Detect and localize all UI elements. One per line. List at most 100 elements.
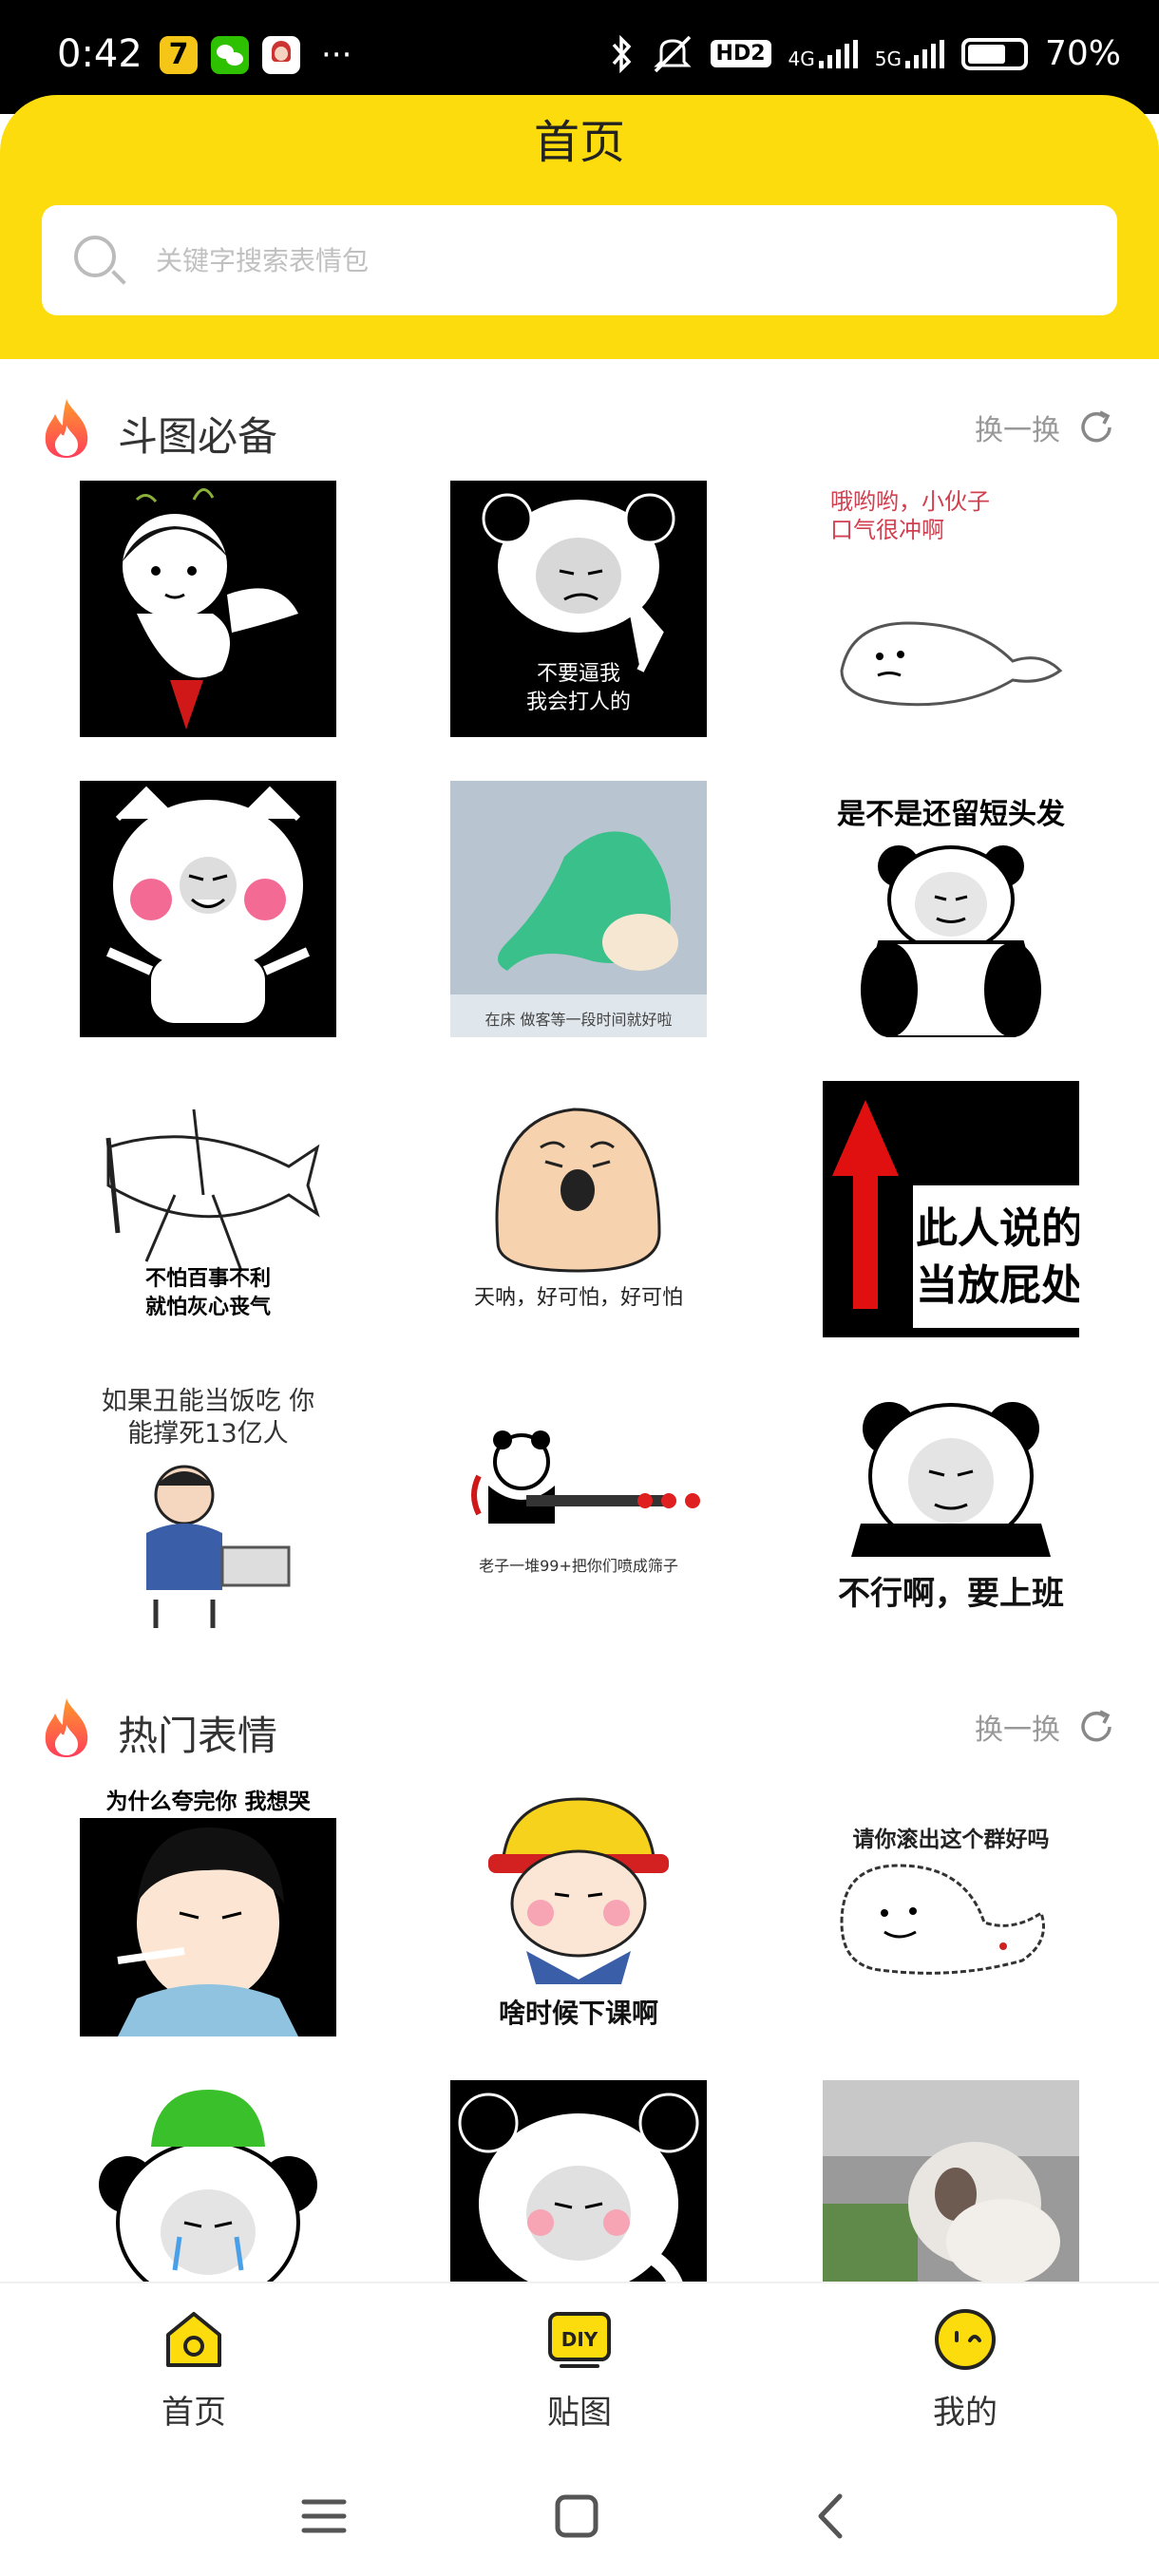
status-app-icons: 7 ··· xyxy=(160,36,352,74)
tab-stickers-label: 贴图 xyxy=(547,2394,612,2432)
meme-item[interactable]: 不要逼我 我会打人的 xyxy=(450,481,707,737)
home-icon xyxy=(166,2312,221,2367)
hd-voice-icon: HD2 xyxy=(710,40,771,67)
wechat-icon xyxy=(211,36,249,74)
meme-item[interactable]: 是不是还留短头发 xyxy=(823,781,1079,1037)
svg-text:在床 做客等一段时间就好啦: 在床 做客等一段时间就好啦 xyxy=(484,1011,672,1029)
system-nav-bar xyxy=(0,2449,1159,2576)
svg-text:就怕灰心丧气: 就怕灰心丧气 xyxy=(145,1295,271,1319)
meme-item[interactable]: 此人说的话 当放屁处理 xyxy=(823,1081,1079,1337)
mute-icon xyxy=(653,35,692,72)
meme-monkey-photo-image xyxy=(823,2080,1079,2282)
svg-text:天呐，好可怕，好可怕: 天呐，好可怕，好可怕 xyxy=(474,1286,683,1310)
svg-text:老子一堆99+把你们喷成筛子: 老子一堆99+把你们喷成筛子 xyxy=(479,1557,678,1575)
meme-item[interactable]: 为什么夸完你 我想哭 xyxy=(80,1780,336,2036)
header: 首页 xyxy=(0,95,1159,359)
meme-fish-sketch-image: 不怕百事不利 就怕灰心丧气 xyxy=(80,1081,336,1337)
home-square-icon[interactable] xyxy=(543,2483,610,2549)
refresh-button[interactable]: 换一换 xyxy=(975,407,1117,448)
signal-5g-icon: 5G xyxy=(874,39,944,70)
meme-panda-thinking-image xyxy=(450,2080,707,2282)
fire-icon xyxy=(45,399,88,458)
meme-item[interactable]: 不行啊，要上班 xyxy=(823,1381,1079,1638)
svg-text:不怕百事不利: 不怕百事不利 xyxy=(145,1266,271,1291)
meme-item[interactable] xyxy=(450,2080,707,2282)
meme-item[interactable]: 啥时候下课啊 xyxy=(450,1780,707,2036)
svg-text:是不是还留短头发: 是不是还留短头发 xyxy=(837,798,1065,831)
meme-man-smoking-image: 为什么夸完你 我想哭 xyxy=(80,1780,336,2036)
search-input[interactable] xyxy=(156,244,1011,276)
meme-item[interactable]: 天呐，好可怕，好可怕 xyxy=(450,1081,707,1337)
more-notifications-icon: ··· xyxy=(321,36,352,74)
tab-home[interactable]: 首页 xyxy=(99,2306,289,2433)
network-4g-label: 4G xyxy=(788,47,815,70)
meme-seal-image: 哦哟哟，小伙子 口气很冲啊 xyxy=(823,481,1079,737)
signal-4g-icon: 4G xyxy=(788,39,858,70)
svg-text:能撑死13亿人: 能撑死13亿人 xyxy=(127,1419,288,1449)
section-header-hot: 热门表情 换一换 xyxy=(0,1693,1159,1769)
network-5g-label: 5G xyxy=(874,47,902,70)
meme-cat-blush-image xyxy=(80,781,336,1037)
meme-red-arrow-image: 此人说的话 当放屁处理 xyxy=(823,1081,1079,1337)
meme-cupid-girl-image xyxy=(80,481,336,737)
meme-item[interactable] xyxy=(80,2080,336,2282)
meme-seal-sketch-image: 请你滚出这个群好吗 xyxy=(823,1780,1079,2036)
refresh-icon xyxy=(1081,410,1112,443)
tab-home-label: 首页 xyxy=(162,2394,226,2432)
menu-icon[interactable] xyxy=(291,2483,357,2549)
meme-potato-scared-image: 天呐，好可怕，好可怕 xyxy=(450,1081,707,1337)
meme-panda-face-image: 不要逼我 我会打人的 xyxy=(450,481,707,737)
svg-text:此人说的话: 此人说的话 xyxy=(916,1204,1079,1253)
tab-stickers[interactable]: DIY 贴图 xyxy=(484,2306,674,2433)
face-icon xyxy=(935,2309,996,2370)
diy-icon: DIY xyxy=(548,2312,611,2368)
svg-text:请你滚出这个群好吗: 请你滚出这个群好吗 xyxy=(853,1827,1050,1852)
meme-anime-girl-lying-image: 在床 做客等一段时间就好啦 xyxy=(450,781,707,1037)
diy-badge-text: DIY xyxy=(561,2328,598,2351)
svg-text:当放屁处理: 当放屁处理 xyxy=(916,1261,1079,1310)
svg-text:如果丑能当饭吃 你: 如果丑能当饭吃 你 xyxy=(102,1387,315,1416)
fire-icon xyxy=(45,1698,88,1757)
battery-icon xyxy=(960,37,1028,70)
meme-panda-gun-image: 老子一堆99+把你们喷成筛子 xyxy=(450,1381,707,1638)
bottom-tab-bar: 首页 DIY 贴图 我的 xyxy=(0,2282,1159,2449)
svg-text:不行啊，要上班: 不行啊，要上班 xyxy=(838,1575,1064,1613)
svg-text:不要逼我: 不要逼我 xyxy=(537,662,620,686)
meme-item[interactable] xyxy=(823,2080,1079,2282)
svg-text:我会打人的: 我会打人的 xyxy=(526,691,631,714)
status-indicators: HD2 4G 5G 70% xyxy=(610,34,1121,73)
meme-yellow-helmet-image: 啥时候下课啊 xyxy=(450,1780,707,2036)
bluetooth-icon xyxy=(612,34,631,73)
tab-mine-label: 我的 xyxy=(933,2394,998,2432)
meme-item[interactable]: 请你滚出这个群好吗 xyxy=(823,1780,1079,2036)
meme-item[interactable]: 如果丑能当饭吃 你 能撑死13亿人 xyxy=(80,1381,336,1638)
page-title: 首页 xyxy=(533,116,625,169)
meme-man-laptop-image: 如果丑能当饭吃 你 能撑死13亿人 xyxy=(80,1381,336,1638)
svg-text:哦哟哟，小伙子: 哦哟哟，小伙子 xyxy=(830,488,990,515)
search-icon xyxy=(70,232,127,289)
avatar-app-icon xyxy=(262,36,300,74)
svg-text:啥时候下课啊: 啥时候下课啊 xyxy=(499,1998,658,2029)
svg-text:口气很冲啊: 口气很冲啊 xyxy=(830,517,944,543)
meme-item[interactable]: 哦哟哟，小伙子 口气很冲啊 xyxy=(823,481,1079,737)
meme-item[interactable] xyxy=(80,481,336,737)
tab-mine[interactable]: 我的 xyxy=(870,2306,1060,2433)
search-bar[interactable] xyxy=(42,205,1117,315)
section-title: 热门表情 xyxy=(118,1713,278,1759)
status-time: 0:42 xyxy=(57,32,142,76)
meme-panda-work-image: 不行啊，要上班 xyxy=(823,1381,1079,1638)
refresh-icon xyxy=(1081,1710,1112,1742)
battery-percent: 70% xyxy=(1044,34,1121,73)
refresh-button[interactable]: 换一换 xyxy=(975,1706,1117,1748)
app-7-icon: 7 xyxy=(160,36,198,74)
meme-item[interactable]: 不怕百事不利 就怕灰心丧气 xyxy=(80,1081,336,1337)
meme-item[interactable] xyxy=(80,781,336,1037)
refresh-label: 换一换 xyxy=(975,1714,1060,1747)
meme-item[interactable]: 老子一堆99+把你们喷成筛子 xyxy=(450,1381,707,1638)
meme-item[interactable]: 在床 做客等一段时间就好啦 xyxy=(450,781,707,1037)
refresh-label: 换一换 xyxy=(975,414,1060,447)
section-header-doutu: 斗图必备 换一换 xyxy=(0,393,1159,469)
back-icon[interactable] xyxy=(798,2483,864,2549)
svg-text:为什么夸完你 我想哭: 为什么夸完你 我想哭 xyxy=(105,1789,311,1814)
meme-panda-green-hat-image xyxy=(80,2080,336,2282)
